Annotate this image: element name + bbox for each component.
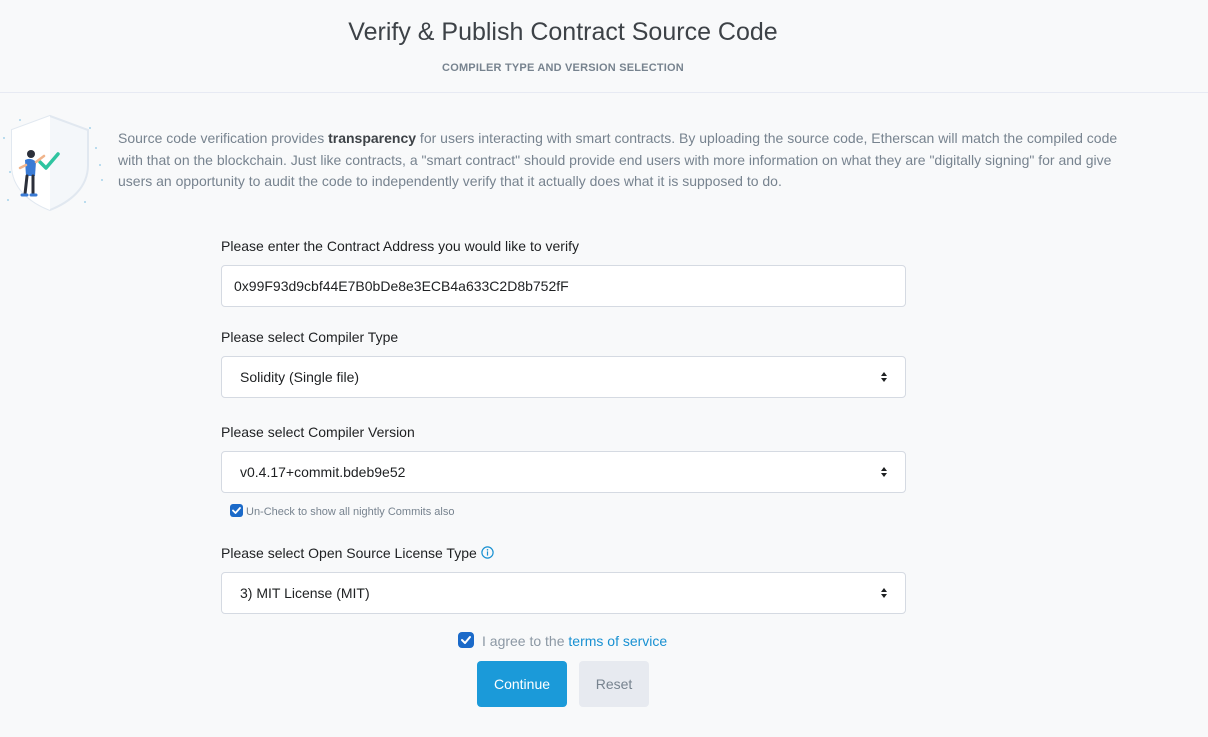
terms-of-service-link[interactable]: terms of service [568, 633, 667, 649]
terms-checkbox[interactable] [458, 632, 474, 648]
contract-address-value: 0x99F93d9cbf44E7B0bDe8e3ECB4a633C2D8b752… [234, 278, 569, 294]
contract-address-input[interactable]: 0x99F93d9cbf44E7B0bDe8e3ECB4a633C2D8b752… [221, 265, 906, 307]
page-subtitle: COMPILER TYPE AND VERSION SELECTION [442, 62, 684, 74]
intro-description: Source code verification provides transp… [118, 128, 1128, 193]
license-label-text: Please select Open Source License Type [221, 545, 477, 561]
page-title: Verify & Publish Contract Source Code [348, 18, 778, 46]
select-caret-icon [881, 372, 887, 382]
intro-highlight: transparency [328, 130, 417, 146]
intro-text-before: Source code verification provides [118, 130, 329, 146]
reset-button[interactable]: Reset [579, 661, 649, 707]
compiler-version-label: Please select Compiler Version [221, 424, 415, 440]
contract-address-label: Please enter the Contract Address you wo… [221, 238, 579, 254]
select-caret-icon [881, 467, 887, 477]
nightly-commits-label: Un-Check to show all nightly Commits als… [246, 506, 455, 518]
checkmark-icon [232, 507, 241, 514]
terms-text: I agree to the [482, 633, 569, 649]
continue-button[interactable]: Continue [477, 661, 567, 707]
info-icon[interactable] [481, 546, 494, 559]
select-caret-icon [881, 588, 887, 598]
compiler-type-label: Please select Compiler Type [221, 329, 399, 345]
compiler-version-value: v0.4.17+commit.bdeb9e52 [240, 464, 406, 480]
license-value: 3) MIT License (MIT) [240, 585, 370, 601]
terms-label: I agree to the terms of service [482, 633, 667, 649]
shield-check-illustration [0, 110, 110, 215]
checkmark-icon [461, 636, 471, 644]
license-label: Please select Open Source License Type [221, 545, 494, 561]
license-select[interactable]: 3) MIT License (MIT) [221, 572, 906, 614]
page-header: Verify & Publish Contract Source Code CO… [0, 0, 1208, 93]
nightly-commits-checkbox[interactable] [230, 504, 243, 517]
compiler-type-value: Solidity (Single file) [240, 369, 360, 385]
compiler-version-select[interactable]: v0.4.17+commit.bdeb9e52 [221, 451, 906, 493]
compiler-type-select[interactable]: Solidity (Single file) [221, 356, 906, 398]
